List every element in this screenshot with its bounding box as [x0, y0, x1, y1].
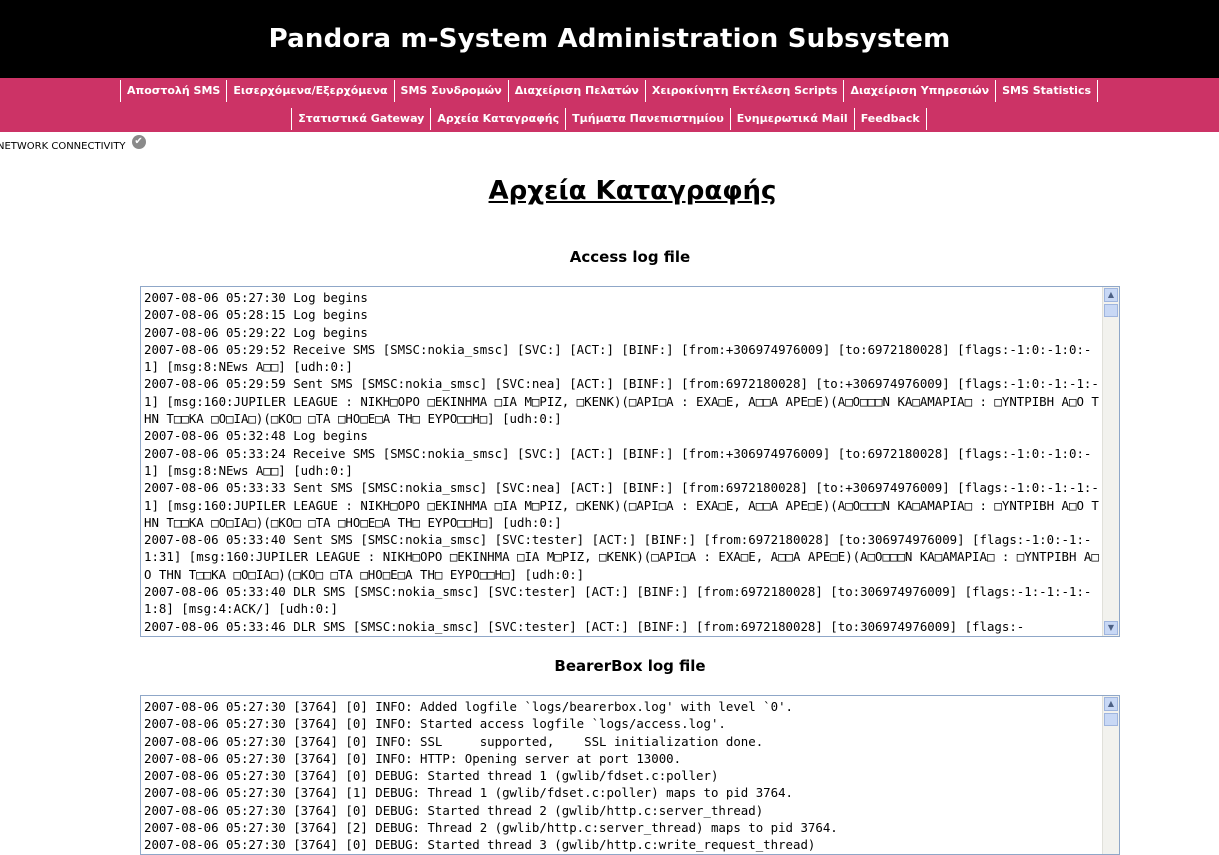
log-line: 2007-08-06 05:27:30 [3764] [0] INFO: SSL…	[144, 733, 764, 749]
nav-subscription-sms[interactable]: SMS Συνδρομών	[393, 80, 509, 102]
log-line: 2007-08-06 05:33:33 Sent SMS [SMSC:nokia…	[144, 480, 1099, 530]
log-line: 2007-08-06 05:27:30 [3764] [0] INFO: Sta…	[144, 716, 726, 732]
nav-gateway-statistics[interactable]: Στατιστικά Gateway	[291, 108, 432, 130]
network-status-label: NETWORK CONNECTIVITY	[0, 140, 126, 152]
nav-newsletter-mail[interactable]: Ενημερωτικά Mail	[729, 108, 855, 130]
nav-manual-scripts[interactable]: Χειροκίνητη Εκτέλεση Scripts	[644, 80, 845, 102]
bearerbox-log-content: 2007-08-06 05:27:30 [3764] [0] INFO: Add…	[141, 696, 1102, 854]
scroll-thumb[interactable]	[1104, 713, 1118, 726]
scroll-up-icon[interactable]: ▲	[1104, 288, 1118, 302]
bearerbox-log-scrollbar[interactable]: ▲	[1102, 696, 1119, 854]
main-nav: Αποστολή SMS Εισερχόμενα/Εξερχόμενα SMS …	[0, 78, 1219, 132]
log-line: 2007-08-06 05:27:30 [3764] [0] DEBUG: St…	[144, 802, 764, 818]
log-line: 2007-08-06 05:32:48 Log begins	[144, 428, 368, 444]
scroll-up-icon[interactable]: ▲	[1104, 697, 1118, 711]
nav-service-management[interactable]: Διαχείριση Υπηρεσιών	[843, 80, 997, 102]
log-line: 2007-08-06 05:27:30 [3764] [2] DEBUG: Th…	[144, 820, 838, 836]
app-header: Pandora m-System Administration Subsyste…	[0, 0, 1219, 78]
scroll-thumb[interactable]	[1104, 304, 1118, 317]
log-line: 2007-08-06 05:28:15 Log begins	[144, 307, 368, 323]
nav-inbox-outbox[interactable]: Εισερχόμενα/Εξερχόμενα	[226, 80, 395, 102]
log-line: 2007-08-06 05:29:22 Log begins	[144, 324, 368, 340]
access-log-scrollbar[interactable]: ▲ ▼	[1102, 287, 1119, 636]
nav-row-2: Στατιστικά Gateway Αρχεία Καταγραφής Τμή…	[0, 106, 1219, 132]
nav-sms-statistics[interactable]: SMS Statistics	[995, 80, 1099, 102]
access-log-content: 2007-08-06 05:27:30 Log begins 2007-08-06…	[141, 287, 1102, 636]
log-line: 2007-08-06 05:29:59 Sent SMS [SMSC:nokia…	[144, 376, 1099, 427]
access-log-title: Access log file	[569, 248, 691, 266]
log-line: 2007-08-06 05:29:52 Receive SMS [SMSC:no…	[144, 341, 1092, 375]
log-line: 2007-08-06 05:27:30 Log begins	[144, 290, 368, 305]
check-icon: ✔	[131, 135, 146, 149]
log-line: 2007-08-06 05:33:46 DLR SMS [SMSC:nokia_…	[144, 618, 1025, 634]
nav-row-1: Αποστολή SMS Εισερχόμενα/Εξερχόμενα SMS …	[0, 78, 1219, 104]
bearerbox-log-title: BearerBox log file	[554, 657, 706, 675]
scroll-down-icon[interactable]: ▼	[1104, 621, 1118, 635]
nav-log-files[interactable]: Αρχεία Καταγραφής	[430, 108, 567, 130]
nav-university-departments[interactable]: Τμήματα Πανεπιστημίου	[565, 108, 731, 130]
log-line: 2007-08-06 05:27:30 [3764] [1] DEBUG: Th…	[144, 785, 794, 801]
nav-send-sms[interactable]: Αποστολή SMS	[119, 80, 228, 102]
log-line: 2007-08-06 05:33:40 DLR SMS [SMSC:nokia_…	[144, 584, 1092, 617]
access-log-box[interactable]: 2007-08-06 05:27:30 Log begins 2007-08-06…	[140, 286, 1120, 637]
log-line: 2007-08-06 05:27:30 [3764] [0] INFO: Add…	[144, 699, 794, 714]
log-line: 2007-08-06 05:27:30 [3764] [0] INFO: HTT…	[144, 750, 682, 766]
app-title: Pandora m-System Administration Subsyste…	[268, 24, 951, 54]
nav-customer-management[interactable]: Διαχείριση Πελατών	[507, 80, 646, 102]
nav-feedback[interactable]: Feedback	[853, 108, 927, 130]
bearerbox-log-box[interactable]: 2007-08-06 05:27:30 [3764] [0] INFO: Add…	[140, 695, 1120, 855]
network-status: NETWORK CONNECTIVITY ✔	[0, 135, 146, 156]
log-line: 2007-08-06 05:33:40 Sent SMS [SMSC:nokia…	[144, 532, 1099, 582]
log-line: 2007-08-06 05:27:30 [3764] [0] DEBUG: St…	[144, 768, 719, 784]
log-line: 2007-08-06 05:33:24 Receive SMS [SMSC:no…	[144, 445, 1092, 478]
log-line: 2007-08-06 05:27:30 [3764] [0] DEBUG: St…	[144, 837, 816, 853]
page-title: Αρχεία Καταγραφής	[488, 176, 777, 206]
